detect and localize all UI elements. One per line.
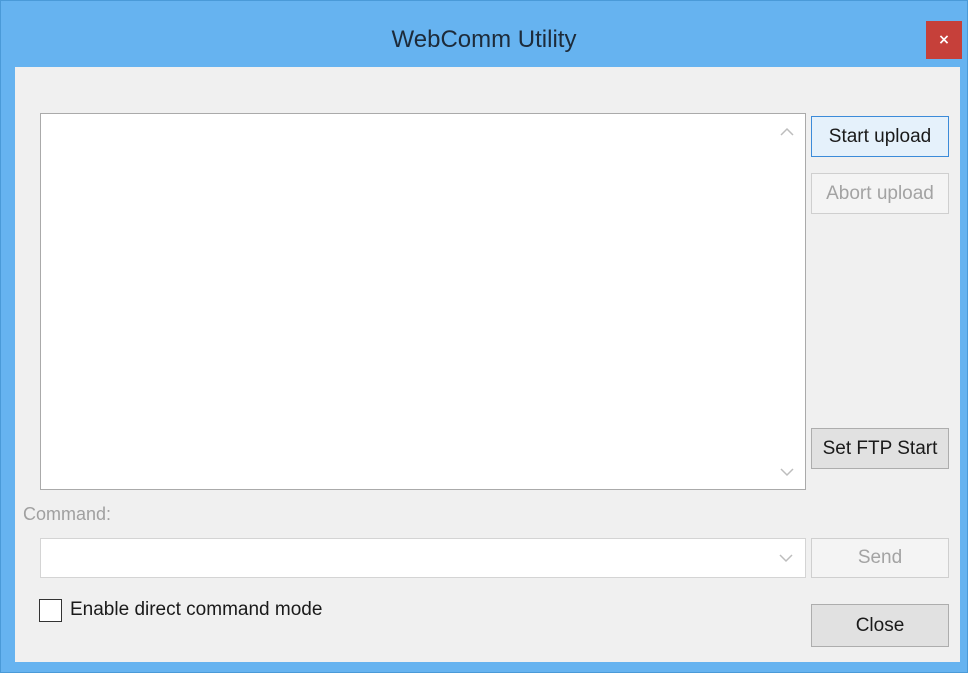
command-combobox[interactable] [40, 538, 806, 578]
window-close-button[interactable]: × [926, 21, 962, 59]
log-scrollbar[interactable] [769, 114, 805, 489]
start-upload-button[interactable]: Start upload [811, 116, 949, 157]
scroll-up-button[interactable] [769, 114, 805, 148]
app-window: WebComm Utility × Start upload Abort upl… [0, 0, 968, 673]
direct-mode-checkbox[interactable] [39, 598, 62, 622]
set-ftp-start-button[interactable]: Set FTP Start [811, 428, 949, 469]
command-label: Command: [23, 504, 112, 524]
close-button[interactable]: Close [811, 604, 949, 647]
chevron-down-icon [779, 553, 793, 562]
chevron-down-icon [780, 467, 794, 476]
log-output-area[interactable] [40, 113, 806, 490]
send-button[interactable]: Send [811, 538, 949, 578]
title-bar[interactable]: WebComm Utility × [1, 1, 967, 67]
direct-mode-row[interactable]: Enable direct command mode [39, 597, 322, 623]
scroll-down-button[interactable] [769, 455, 805, 489]
combo-dropdown-button[interactable] [771, 539, 801, 577]
abort-upload-button[interactable]: Abort upload [811, 173, 949, 214]
window-title: WebComm Utility [391, 26, 577, 53]
dialog-client-area: Start upload Abort upload Set FTP Start … [15, 67, 960, 662]
close-icon: × [938, 32, 950, 48]
chevron-up-icon [780, 127, 794, 136]
direct-mode-label[interactable]: Enable direct command mode [70, 599, 322, 621]
